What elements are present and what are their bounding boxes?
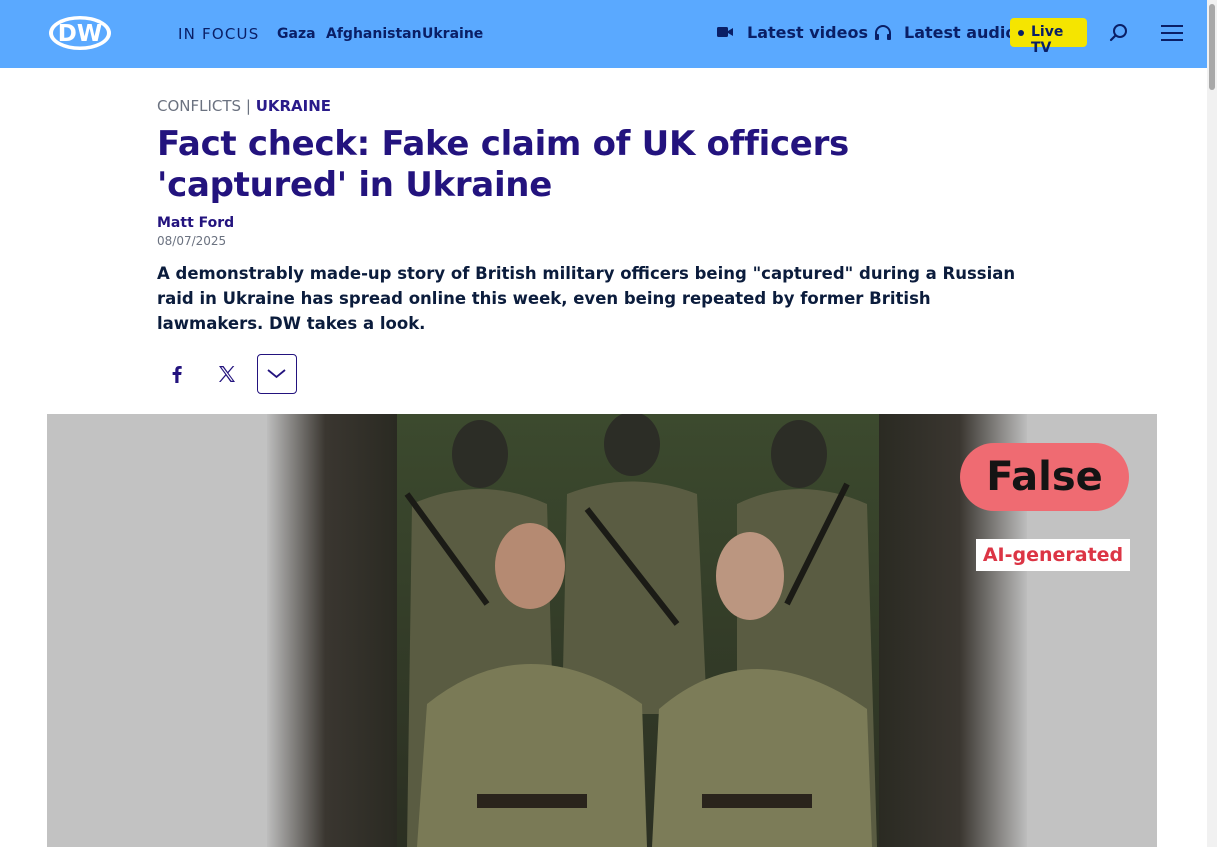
share-more-button[interactable] xyxy=(257,354,297,394)
latest-audio-label: Latest audio xyxy=(904,23,1017,42)
hero-image[interactable]: False AI-generated xyxy=(47,414,1157,847)
x-icon[interactable] xyxy=(215,362,239,386)
latest-audio-link[interactable]: Latest audio xyxy=(874,23,1016,42)
scrollbar-thumb[interactable] xyxy=(1209,4,1215,90)
headphones-icon xyxy=(875,25,891,40)
latest-videos-label: Latest videos xyxy=(747,23,868,42)
page-scrollbar[interactable] xyxy=(1207,0,1217,847)
focus-link-ukraine[interactable]: Ukraine xyxy=(422,26,483,42)
article-title: Fact check: Fake claim of UK officers 'c… xyxy=(157,124,849,205)
breadcrumb: CONFLICTS | UKRAINE xyxy=(157,97,331,115)
breadcrumb-subcategory[interactable]: UKRAINE xyxy=(256,97,331,115)
ai-generated-tag: AI-generated xyxy=(976,539,1130,571)
verdict-badge: False xyxy=(960,443,1129,511)
breadcrumb-category[interactable]: CONFLICTS xyxy=(157,97,241,115)
publish-date: 08/07/2025 xyxy=(157,234,227,248)
search-icon[interactable] xyxy=(1108,22,1130,44)
dw-logo[interactable]: DW xyxy=(48,15,112,51)
latest-videos-link[interactable]: Latest videos xyxy=(716,23,868,42)
menu-icon[interactable] xyxy=(1160,23,1184,43)
article-lede: A demonstrably made-up story of British … xyxy=(157,264,1016,333)
chevron-down-icon xyxy=(267,369,286,379)
in-focus-label: IN FOCUS xyxy=(178,25,260,43)
focus-link-gaza[interactable]: Gaza xyxy=(277,26,316,42)
author-link[interactable]: Matt Ford xyxy=(157,215,234,231)
focus-link-afghanistan[interactable]: Afghanistan xyxy=(326,26,422,42)
facebook-icon[interactable] xyxy=(165,362,189,386)
live-dot-icon xyxy=(1018,30,1024,36)
breadcrumb-separator: | xyxy=(245,97,251,115)
site-header: DW IN FOCUS Gaza Afghanistan Ukraine Lat… xyxy=(0,0,1207,68)
video-camera-icon xyxy=(717,27,733,37)
live-tv-button[interactable]: Live TV xyxy=(1010,18,1087,56)
logo-text: DW xyxy=(58,21,102,47)
live-tv-label: Live TV xyxy=(1031,24,1064,56)
